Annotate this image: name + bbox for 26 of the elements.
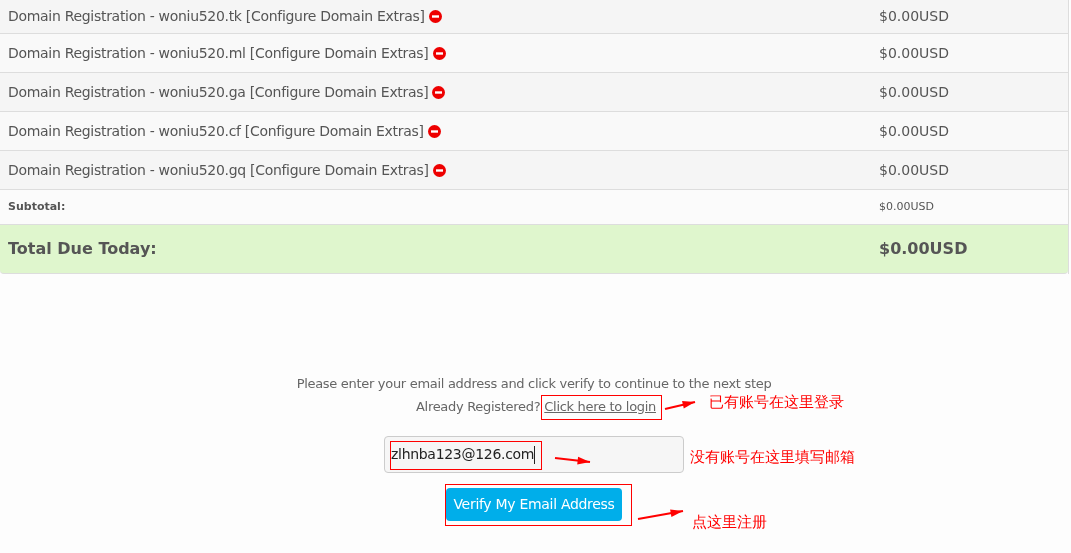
total-value: $0.00USD xyxy=(879,238,968,260)
item-description: Domain Registration - woniu520.ga [Configure Domain Extras] xyxy=(8,82,429,102)
item-price: $0.00USD xyxy=(879,160,949,180)
subtotal-value: $0.00USD xyxy=(879,198,934,215)
login-link[interactable]: Click here to login xyxy=(544,396,656,416)
email-field[interactable]: zlhnba123@126.com xyxy=(384,436,684,473)
remove-icon[interactable] xyxy=(432,85,446,99)
annotation-note: 点这里注册 xyxy=(692,512,767,533)
item-description: Domain Registration - woniu520.cf [Configure Domain Extras] xyxy=(8,121,424,141)
annotation-note: 没有账号在这里填写邮箱 xyxy=(690,447,855,468)
remove-icon[interactable] xyxy=(432,46,446,60)
instruction-text: Please enter your email address and click verify to continue to the next step xyxy=(296,375,772,393)
annotation-note: 已有账号在这里登录 xyxy=(709,392,844,413)
item-price: $0.00USD xyxy=(879,43,949,63)
subtotal-label: Subtotal: xyxy=(7,198,67,215)
item-description: Domain Registration - woniu520.tk [Configure Domain Extras] xyxy=(8,7,425,26)
total-label: Total Due Today: xyxy=(7,238,158,260)
item-price: $0.00USD xyxy=(879,7,949,26)
item-price: $0.00USD xyxy=(879,121,949,141)
remove-icon[interactable] xyxy=(427,124,441,138)
item-description: Domain Registration - woniu520.ml [Configure Domain Extras] xyxy=(8,43,429,63)
remove-icon[interactable] xyxy=(428,10,442,23)
registered-prompt: Already Registered? xyxy=(416,397,541,416)
remove-icon[interactable] xyxy=(432,163,446,177)
item-price: $0.00USD xyxy=(879,82,949,102)
item-description: Domain Registration - woniu520.gq [Configure Domain Extras] xyxy=(8,160,429,180)
